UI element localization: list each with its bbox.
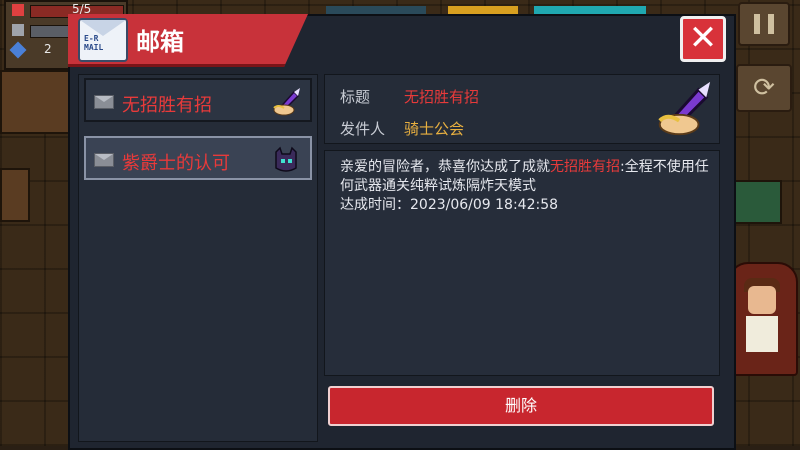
completion-time: 达成时间：2023/06/09 18:42:58: [340, 197, 559, 213]
envelope-icon: [94, 153, 114, 167]
dungeon-wall-decor: [0, 70, 70, 134]
body-intro: 亲爱的冒险者，恭喜你达成了成就: [340, 159, 550, 175]
chest-decor: [0, 168, 30, 222]
energy-icon: [9, 41, 27, 59]
mail-item-title: 紫爵士的认可: [122, 153, 230, 174]
envelope-icon: [94, 95, 114, 109]
title-label: 标题: [340, 88, 371, 106]
body-achievement: 无招胜有招: [550, 159, 620, 175]
energy-text: 2: [44, 42, 52, 56]
mail-list-item[interactable]: 无招胜有招: [84, 78, 312, 122]
sender-label: 发件人: [340, 120, 386, 138]
shield-icon: [12, 24, 24, 36]
green-chest-decor: [734, 180, 782, 224]
npc-character: [728, 262, 798, 376]
mail-list-panel: [78, 74, 318, 442]
heart-icon: [12, 4, 24, 16]
mail-list-item[interactable]: 紫爵士的认可: [84, 136, 312, 180]
sword-in-hand-icon: [658, 81, 711, 136]
mail-item-title: 无招胜有招: [122, 95, 212, 116]
sword-in-hand-icon: [273, 88, 300, 116]
close-button[interactable]: ✕: [680, 16, 726, 62]
delete-button[interactable]: 删除: [328, 386, 714, 426]
mail-envelope-icon: E-R MAIL: [78, 18, 128, 62]
sender-value: 骑士公会: [404, 120, 465, 138]
title-value: 无招胜有招: [404, 88, 480, 106]
pause-button[interactable]: [738, 2, 790, 46]
mail-body-text: 亲爱的冒险者，恭喜你达成了成就无招胜有招:全程不使用任何武器通关纯粹试炼隔炸天模…: [340, 158, 710, 215]
mailbox-title: 邮箱: [136, 28, 184, 56]
close-icon: ✕: [688, 18, 718, 58]
swap-weapon-button[interactable]: ⟳: [736, 64, 792, 112]
purple-helmet-icon: [275, 146, 297, 172]
